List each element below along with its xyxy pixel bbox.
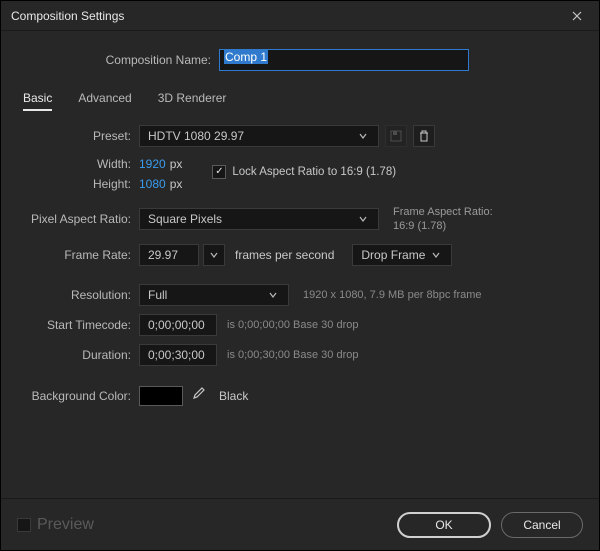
start-tc-value: 0;00;00;00	[148, 318, 205, 332]
duration-info: is 0;00;30;00 Base 30 drop	[227, 349, 358, 361]
frame-aspect-label: Frame Aspect Ratio:	[393, 205, 493, 219]
width-label: Width:	[19, 157, 139, 171]
tab-advanced[interactable]: Advanced	[78, 91, 131, 111]
comp-name-input[interactable]: Comp 1	[219, 49, 469, 71]
fps-dropdown[interactable]	[203, 244, 225, 266]
tab-3d-renderer[interactable]: 3D Renderer	[158, 91, 227, 111]
eyedropper-icon	[191, 387, 205, 401]
fps-input[interactable]: 29.97	[139, 244, 199, 266]
bg-label: Background Color:	[19, 389, 139, 403]
preset-dropdown[interactable]: HDTV 1080 29.97	[139, 125, 379, 147]
composition-settings-dialog: Composition Settings Composition Name: C…	[0, 0, 600, 551]
duration-value: 0;00;30;00	[148, 348, 205, 362]
duration-label: Duration:	[19, 348, 139, 362]
bg-color-name: Black	[219, 389, 248, 403]
comp-name-label: Composition Name:	[19, 53, 219, 67]
dropframe-value: Drop Frame	[361, 248, 425, 262]
bg-color-swatch[interactable]	[139, 386, 183, 406]
preview-label: Preview	[37, 516, 94, 534]
fps-unit: frames per second	[235, 248, 334, 262]
height-value[interactable]: 1080	[139, 177, 166, 191]
lock-aspect-checkbox[interactable]	[212, 165, 226, 179]
width-unit: px	[170, 157, 183, 171]
par-dropdown[interactable]: Square Pixels	[139, 208, 379, 230]
titlebar: Composition Settings	[1, 1, 599, 31]
res-info: 1920 x 1080, 7.9 MB per 8bpc frame	[303, 289, 482, 301]
close-icon	[572, 11, 582, 21]
preset-label: Preset:	[19, 129, 139, 143]
fps-value: 29.97	[148, 248, 178, 262]
res-dropdown[interactable]: Full	[139, 284, 289, 306]
preset-value: HDTV 1080 29.97	[148, 129, 244, 143]
close-button[interactable]	[555, 1, 599, 31]
footer: Preview OK Cancel	[1, 498, 599, 550]
comp-name-value: Comp 1	[224, 50, 268, 64]
height-unit: px	[170, 177, 183, 191]
ok-button[interactable]: OK	[397, 512, 491, 538]
save-icon	[390, 130, 402, 142]
height-label: Height:	[19, 177, 139, 191]
res-label: Resolution:	[19, 288, 139, 302]
start-tc-info: is 0;00;00;00 Base 30 drop	[227, 319, 358, 331]
chevron-down-icon	[209, 249, 219, 261]
dropframe-dropdown[interactable]: Drop Frame	[352, 244, 452, 266]
eyedropper-button[interactable]	[191, 387, 205, 404]
par-label: Pixel Aspect Ratio:	[19, 212, 139, 226]
cancel-button[interactable]: Cancel	[501, 512, 583, 538]
start-tc-label: Start Timecode:	[19, 318, 139, 332]
res-value: Full	[148, 288, 167, 302]
chevron-down-icon	[431, 249, 443, 261]
preset-delete-button[interactable]	[413, 125, 435, 147]
fps-label: Frame Rate:	[19, 248, 139, 262]
par-value: Square Pixels	[148, 212, 222, 226]
lock-aspect-label: Lock Aspect Ratio to 16:9 (1.78)	[232, 166, 396, 178]
frame-aspect-value: 16:9 (1.78)	[393, 219, 493, 233]
trash-icon	[418, 130, 430, 142]
chevron-down-icon	[358, 213, 370, 225]
preview-checkbox	[17, 518, 31, 532]
chevron-down-icon	[358, 130, 370, 142]
tab-basic[interactable]: Basic	[23, 91, 52, 111]
width-value[interactable]: 1920	[139, 157, 166, 171]
duration-input[interactable]: 0;00;30;00	[139, 344, 217, 366]
start-tc-input[interactable]: 0;00;00;00	[139, 314, 217, 336]
tabs: Basic Advanced 3D Renderer	[19, 91, 581, 111]
preset-save-button	[385, 125, 407, 147]
window-title: Composition Settings	[11, 9, 124, 23]
chevron-down-icon	[268, 289, 280, 301]
